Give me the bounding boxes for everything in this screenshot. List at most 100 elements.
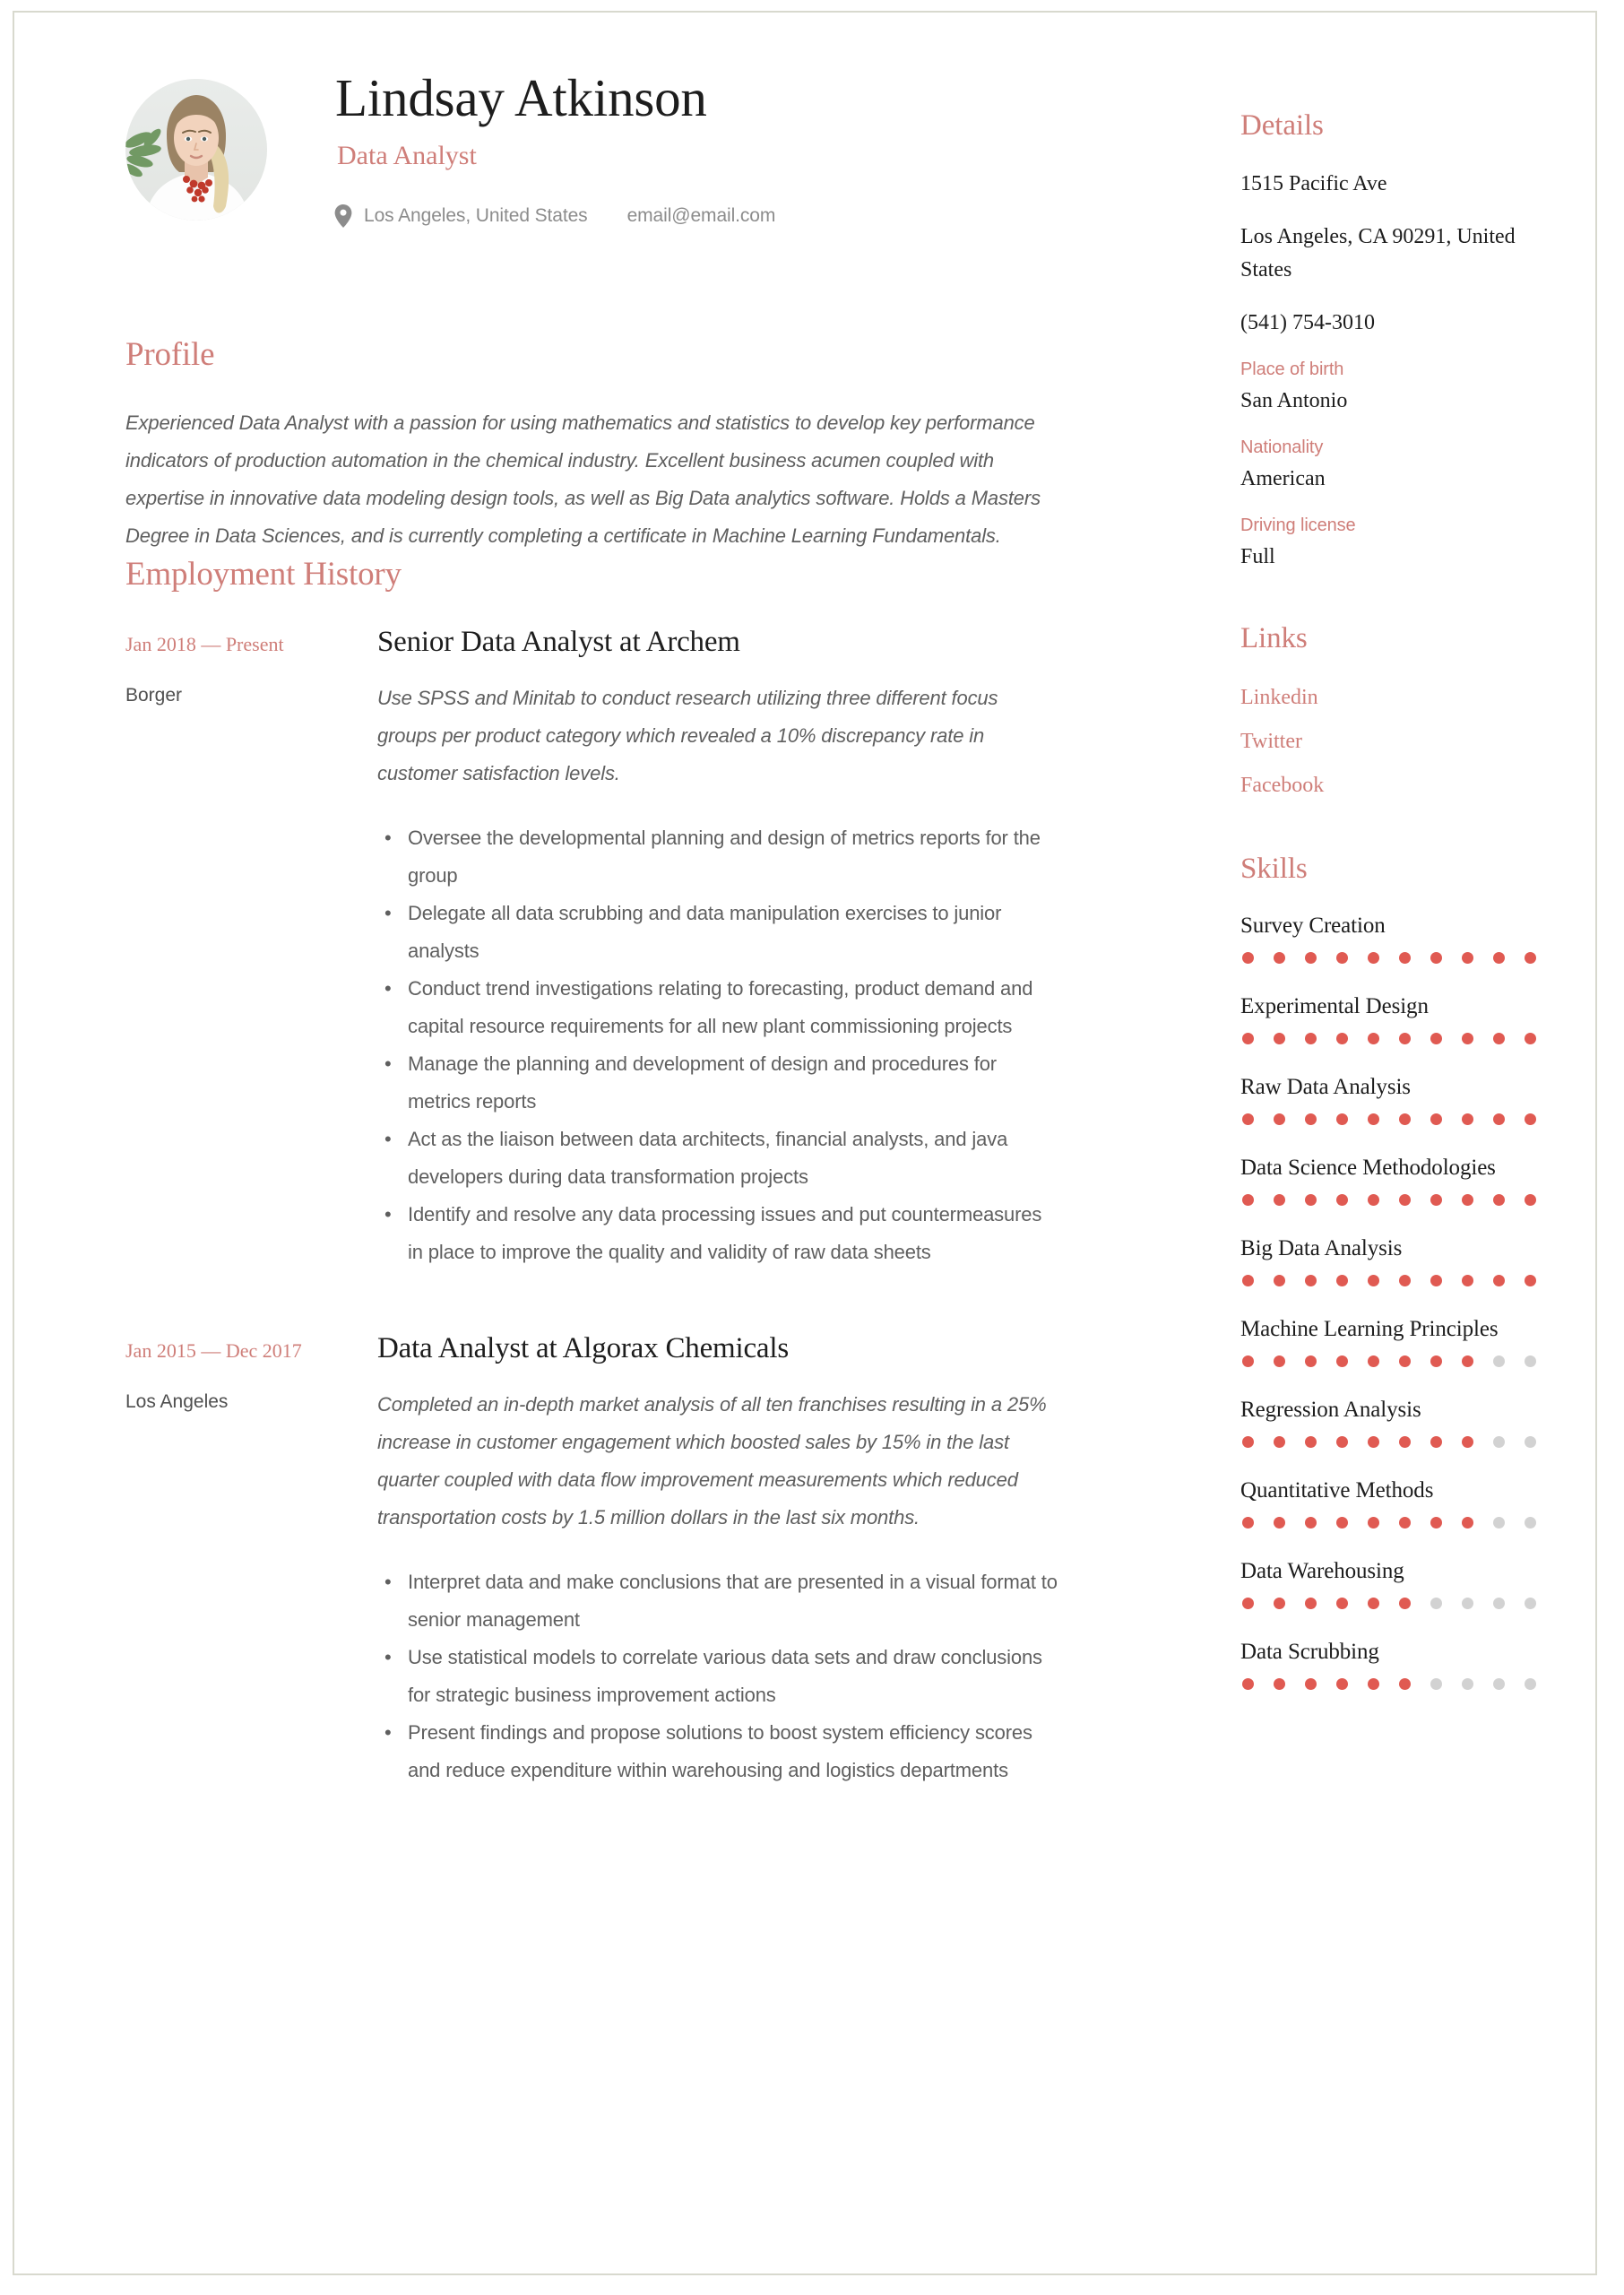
skill-dot-filled: [1399, 952, 1411, 964]
employment-dates: Jan 2018 — Present: [125, 633, 284, 655]
skill-dot-filled: [1336, 1436, 1348, 1448]
skill-dot-filled: [1430, 1355, 1442, 1367]
employment-title: Senior Data Analyst at Archem: [377, 626, 740, 658]
skill-item: Survey Creation: [1240, 911, 1545, 964]
skill-dot-filled: [1430, 952, 1442, 964]
skill-rating: [1240, 1275, 1545, 1286]
employment-title: Data Analyst at Algorax Chemicals: [377, 1332, 789, 1364]
skill-dot-filled: [1336, 1113, 1348, 1125]
header-job-title: Data Analyst: [337, 141, 477, 170]
skill-item: Regression Analysis: [1240, 1395, 1545, 1448]
employment-location: Borger: [125, 685, 183, 706]
skill-item: Big Data Analysis: [1240, 1234, 1545, 1286]
skill-dot-filled: [1493, 1113, 1505, 1125]
skill-dot-filled: [1336, 1517, 1348, 1529]
detail-field: Driving license Full: [1240, 515, 1545, 572]
skill-dot-filled: [1399, 1355, 1411, 1367]
skill-dot-filled: [1430, 1275, 1442, 1286]
avatar: [125, 79, 267, 221]
detail-label: Driving license: [1240, 515, 1356, 535]
skill-dot-filled: [1368, 1275, 1379, 1286]
employment-summary: Use SPSS and Minitab to conduct research…: [377, 687, 998, 784]
skill-dot-filled: [1430, 1194, 1442, 1206]
skill-dot-empty: [1525, 1598, 1536, 1609]
skill-dot-filled: [1274, 1436, 1285, 1448]
list-item: Interpret data and make conclusions that…: [384, 1563, 1058, 1639]
skill-dot-filled: [1274, 1194, 1285, 1206]
skill-rating: [1240, 952, 1545, 964]
skill-dot-filled: [1430, 1517, 1442, 1529]
skill-dot-filled: [1242, 1436, 1254, 1448]
link-facebook[interactable]: Facebook: [1240, 768, 1545, 802]
skill-dot-empty: [1525, 1355, 1536, 1367]
list-item: Manage the planning and development of d…: [384, 1045, 1058, 1121]
skill-dot-filled: [1274, 1113, 1285, 1125]
skill-dot-filled: [1305, 1436, 1317, 1448]
skill-dot-filled: [1305, 1598, 1317, 1609]
skill-dot-filled: [1462, 1517, 1473, 1529]
employment-entry: Jan 2018 — Present Borger Senior Data An…: [125, 624, 1102, 1271]
employment-meta: Jan 2018 — Present Borger: [125, 624, 305, 1271]
detail-field: Place of birth San Antonio: [1240, 359, 1545, 416]
skill-dot-filled: [1305, 1355, 1317, 1367]
employment-summary: Completed an in-depth market analysis of…: [377, 1393, 1047, 1529]
skill-dot-filled: [1462, 1355, 1473, 1367]
detail-field: Nationality American: [1240, 437, 1545, 494]
link-twitter[interactable]: Twitter: [1240, 724, 1545, 758]
resume-page: Lindsay Atkinson Data Analyst Los Angele…: [13, 11, 1597, 2275]
skill-name: Big Data Analysis: [1240, 1236, 1403, 1260]
skill-dot-filled: [1399, 1598, 1411, 1609]
skill-dot-filled: [1399, 1436, 1411, 1448]
list-item: Identify and resolve any data processing…: [384, 1196, 1058, 1271]
skill-dot-filled: [1399, 1113, 1411, 1125]
skill-dot-empty: [1493, 1517, 1505, 1529]
skill-dot-filled: [1242, 1194, 1254, 1206]
skill-dot-filled: [1399, 1275, 1411, 1286]
skill-dot-filled: [1493, 1275, 1505, 1286]
detail-value: Full: [1240, 545, 1275, 568]
map-pin-icon: [333, 204, 353, 229]
list-item: Act as the liaison between data architec…: [384, 1121, 1058, 1196]
skill-dot-filled: [1242, 1355, 1254, 1367]
skill-dot-filled: [1399, 1033, 1411, 1044]
skill-rating: [1240, 1678, 1545, 1690]
skill-dot-filled: [1462, 1033, 1473, 1044]
skill-dot-filled: [1274, 1355, 1285, 1367]
skill-item: Raw Data Analysis: [1240, 1072, 1545, 1125]
skill-dot-filled: [1368, 1033, 1379, 1044]
list-item: Use statistical models to correlate vari…: [384, 1639, 1058, 1714]
skill-dot-filled: [1336, 1678, 1348, 1690]
skill-name: Data Science Methodologies: [1240, 1156, 1496, 1180]
skill-item: Machine Learning Principles: [1240, 1314, 1545, 1367]
skill-dot-filled: [1274, 952, 1285, 964]
list-item: Oversee the developmental planning and d…: [384, 819, 1058, 895]
skill-dot-filled: [1525, 1033, 1536, 1044]
page-title: Lindsay Atkinson: [335, 68, 707, 127]
detail-value: American: [1240, 467, 1326, 490]
skill-dot-filled: [1525, 1275, 1536, 1286]
skill-dot-filled: [1368, 1436, 1379, 1448]
skill-dot-empty: [1462, 1598, 1473, 1609]
skill-dot-empty: [1430, 1678, 1442, 1690]
skill-dot-filled: [1242, 1113, 1254, 1125]
contact-email[interactable]: email@email.com: [627, 205, 776, 227]
skill-dot-empty: [1430, 1598, 1442, 1609]
skill-dot-filled: [1368, 1598, 1379, 1609]
profile-text: Experienced Data Analyst with a passion …: [125, 411, 1041, 547]
employment-body: Data Analyst at Algorax Chemicals Comple…: [377, 1330, 1058, 1789]
skill-dot-filled: [1336, 1194, 1348, 1206]
skill-dot-filled: [1399, 1678, 1411, 1690]
main-column: Profile Experienced Data Analyst with a …: [125, 335, 1102, 1789]
skill-name: Raw Data Analysis: [1240, 1075, 1411, 1099]
employment-dates: Jan 2015 — Dec 2017: [125, 1339, 302, 1362]
resume-header: Lindsay Atkinson Data Analyst Los Angele…: [125, 68, 1093, 247]
skill-rating: [1240, 1355, 1545, 1367]
skill-dot-empty: [1462, 1678, 1473, 1690]
links-heading: Links: [1240, 622, 1308, 654]
skill-name: Regression Analysis: [1240, 1398, 1421, 1422]
skill-dot-filled: [1462, 1194, 1473, 1206]
skill-item: Data Scrubbing: [1240, 1637, 1545, 1690]
skill-dot-filled: [1305, 1113, 1317, 1125]
skill-dot-filled: [1525, 1194, 1536, 1206]
link-linkedin[interactable]: Linkedin: [1240, 680, 1545, 714]
